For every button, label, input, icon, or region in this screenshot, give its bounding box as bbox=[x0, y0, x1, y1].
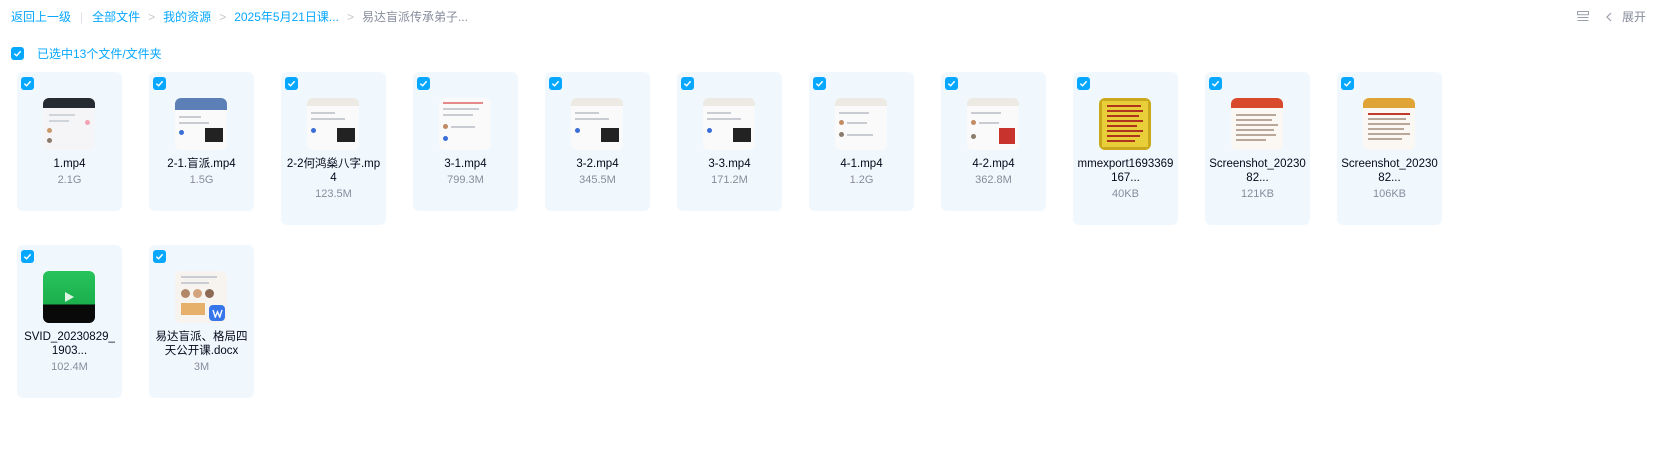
file-size: 362.8M bbox=[975, 174, 1012, 186]
check-icon bbox=[683, 80, 692, 87]
video-thumbnail bbox=[571, 98, 623, 150]
word-doc-icon bbox=[209, 305, 225, 321]
file-checkbox[interactable] bbox=[21, 250, 34, 263]
check-icon bbox=[23, 253, 32, 260]
file-name: Screenshot_2023082... bbox=[1341, 158, 1438, 184]
file-card[interactable]: Screenshot_2023082... 121KB bbox=[1205, 72, 1310, 225]
video-thumbnail bbox=[835, 98, 887, 150]
video-thumbnail bbox=[175, 98, 227, 150]
file-size: 2.1G bbox=[57, 174, 82, 186]
file-checkbox[interactable] bbox=[417, 77, 430, 90]
file-size: 1.2G bbox=[849, 174, 874, 186]
check-icon bbox=[13, 50, 22, 57]
file-checkbox[interactable] bbox=[285, 77, 298, 90]
file-name: 4-2.mp4 bbox=[972, 158, 1015, 170]
file-checkbox[interactable] bbox=[153, 250, 166, 263]
video-thumbnail bbox=[439, 98, 491, 150]
file-checkbox[interactable] bbox=[681, 77, 694, 90]
check-icon bbox=[287, 80, 296, 87]
file-card[interactable]: 4-2.mp4 362.8M bbox=[941, 72, 1046, 211]
file-name: 3-1.mp4 bbox=[444, 158, 487, 170]
file-size: 40KB bbox=[1112, 188, 1139, 200]
check-icon bbox=[947, 80, 956, 87]
video-thumbnail bbox=[967, 98, 1019, 150]
list-view-icon[interactable] bbox=[1576, 11, 1589, 22]
file-name: mmexport1693369167... bbox=[1077, 158, 1174, 184]
breadcrumb: 返回上一级 | 全部文件 > 我的资源 > 2025年5月21日课... > 易… bbox=[11, 8, 468, 25]
check-icon bbox=[1343, 80, 1352, 87]
check-icon bbox=[155, 253, 164, 260]
file-card[interactable]: mmexport1693369167... 40KB bbox=[1073, 72, 1178, 225]
file-size: 799.3M bbox=[447, 174, 484, 186]
file-card[interactable]: 易达盲派、格局四天公开课.docx 3M bbox=[149, 245, 254, 398]
breadcrumb-course-folder[interactable]: 2025年5月21日课... bbox=[234, 8, 339, 25]
back-link[interactable]: 返回上一级 bbox=[11, 8, 71, 25]
top-bar: 返回上一级 | 全部文件 > 我的资源 > 2025年5月21日课... > 易… bbox=[0, 0, 1664, 32]
file-checkbox[interactable] bbox=[1341, 77, 1354, 90]
file-checkbox[interactable] bbox=[549, 77, 562, 90]
check-icon bbox=[1211, 80, 1220, 87]
file-size: 121KB bbox=[1240, 188, 1275, 200]
file-size: 3M bbox=[193, 361, 210, 373]
check-icon bbox=[1079, 80, 1088, 87]
expand-button[interactable]: 展开 bbox=[1622, 8, 1646, 25]
file-name: 4-1.mp4 bbox=[840, 158, 883, 170]
file-checkbox[interactable] bbox=[153, 77, 166, 90]
file-card[interactable]: 2-1.盲派.mp4 1.5G bbox=[149, 72, 254, 211]
image-thumbnail bbox=[1363, 98, 1415, 150]
file-card[interactable]: 2-2何鸿燊八字.mp4 123.5M bbox=[281, 72, 386, 225]
file-name: 2-2何鸿燊八字.mp4 bbox=[286, 158, 381, 184]
file-card[interactable]: 3-1.mp4 799.3M bbox=[413, 72, 518, 211]
file-checkbox[interactable] bbox=[21, 77, 34, 90]
file-card[interactable]: Screenshot_2023082... 106KB bbox=[1337, 72, 1442, 225]
play-icon bbox=[65, 292, 74, 302]
file-card[interactable]: 4-1.mp4 1.2G bbox=[809, 72, 914, 211]
file-size: 106KB bbox=[1372, 188, 1407, 200]
select-all-checkbox[interactable] bbox=[11, 47, 24, 60]
document-thumbnail bbox=[175, 271, 227, 323]
file-name: Screenshot_2023082... bbox=[1209, 158, 1306, 184]
view-tools: 展开 bbox=[1576, 8, 1646, 25]
file-size: 102.4M bbox=[51, 361, 88, 373]
check-icon bbox=[419, 80, 428, 87]
video-thumbnail bbox=[307, 98, 359, 150]
breadcrumb-all-files[interactable]: 全部文件 bbox=[92, 8, 140, 25]
file-name: 1.mp4 bbox=[53, 158, 86, 170]
check-icon bbox=[815, 80, 824, 87]
breadcrumb-my-resources[interactable]: 我的资源 bbox=[163, 8, 211, 25]
breadcrumb-separator-icon: > bbox=[148, 9, 156, 24]
file-checkbox[interactable] bbox=[813, 77, 826, 90]
check-icon bbox=[551, 80, 560, 87]
file-name: 2-1.盲派.mp4 bbox=[167, 158, 236, 170]
file-checkbox[interactable] bbox=[1077, 77, 1090, 90]
image-thumbnail bbox=[1099, 98, 1151, 150]
video-thumbnail bbox=[703, 98, 755, 150]
file-name: SVID_20230829_1903... bbox=[24, 331, 115, 357]
breadcrumb-divider: | bbox=[80, 9, 84, 24]
image-thumbnail bbox=[1231, 98, 1283, 150]
chevron-left-icon[interactable] bbox=[1605, 12, 1613, 22]
video-thumbnail bbox=[43, 271, 95, 323]
file-checkbox[interactable] bbox=[1209, 77, 1222, 90]
selection-count: 已选中13个文件/文件夹 bbox=[37, 47, 162, 61]
file-card[interactable]: 3-2.mp4 345.5M bbox=[545, 72, 650, 211]
file-size: 345.5M bbox=[579, 174, 616, 186]
file-name: 易达盲派、格局四天公开课.docx bbox=[155, 331, 248, 357]
file-name: 3-2.mp4 bbox=[576, 158, 619, 170]
breadcrumb-separator-icon: > bbox=[346, 9, 354, 24]
file-card[interactable]: 3-3.mp4 171.2M bbox=[677, 72, 782, 211]
file-size: 171.2M bbox=[711, 174, 748, 186]
select-all-row: 已选中13个文件/文件夹 bbox=[11, 45, 162, 62]
check-icon bbox=[23, 80, 32, 87]
check-icon bbox=[155, 80, 164, 87]
video-thumbnail bbox=[43, 98, 95, 150]
breadcrumb-current-folder: 易达盲派传承弟子... bbox=[361, 10, 468, 24]
file-checkbox[interactable] bbox=[945, 77, 958, 90]
file-size: 123.5M bbox=[315, 188, 352, 200]
file-name: 3-3.mp4 bbox=[708, 158, 751, 170]
file-size: 1.5G bbox=[189, 174, 214, 186]
breadcrumb-separator-icon: > bbox=[219, 9, 227, 24]
file-card[interactable]: SVID_20230829_1903... 102.4M bbox=[17, 245, 122, 398]
file-card[interactable]: 1.mp4 2.1G bbox=[17, 72, 122, 211]
